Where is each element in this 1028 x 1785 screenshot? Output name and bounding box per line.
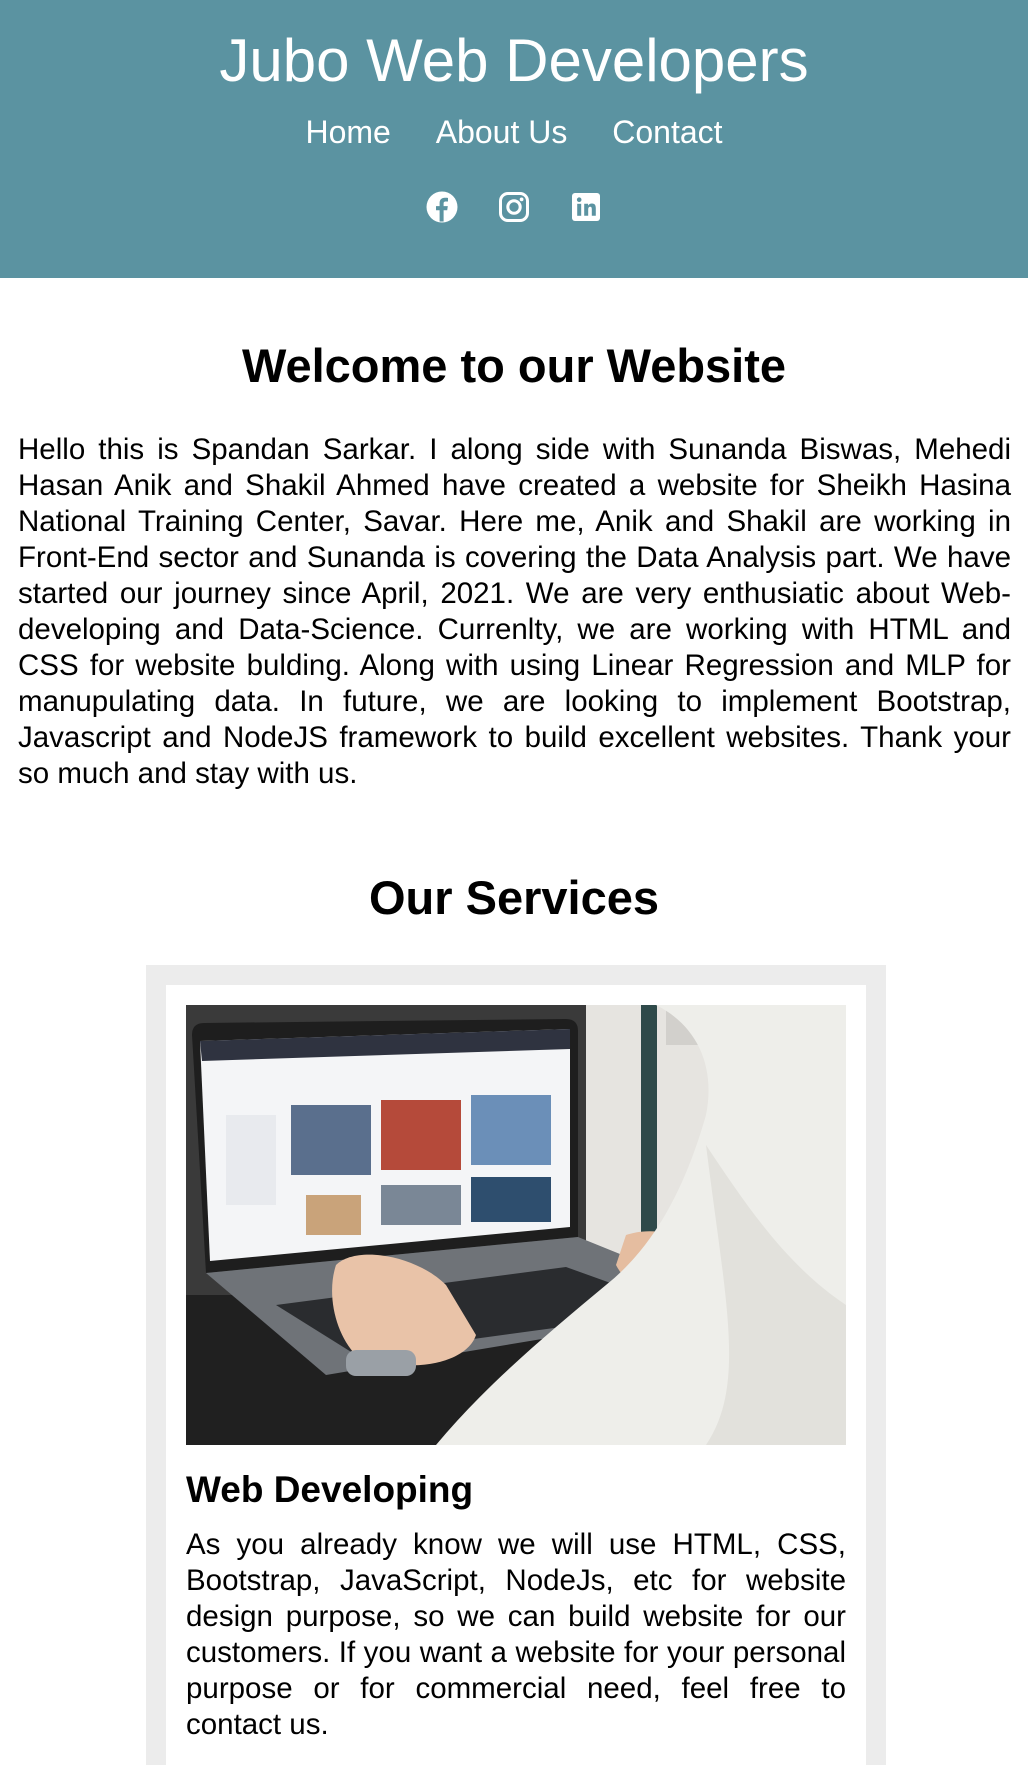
social-links: [0, 190, 1028, 224]
main-nav: Home About Us Contact: [0, 112, 1028, 152]
site-title: Jubo Web Developers: [219, 27, 809, 94]
nav-home[interactable]: Home: [305, 112, 390, 152]
nav-contact[interactable]: Contact: [612, 112, 722, 152]
linkedin-icon[interactable]: [569, 190, 603, 224]
service-card: Web Developing As you already know we wi…: [166, 985, 866, 1785]
service-title: Web Developing: [186, 1469, 474, 1510]
instagram-icon[interactable]: [497, 190, 531, 224]
services-section: Web Developing As you already know we wi…: [146, 965, 886, 1785]
services-heading: Our Services: [368, 871, 659, 924]
service-description: As you already know we will use HTML, CS…: [186, 1528, 846, 1741]
laptop-photo: [186, 1005, 846, 1445]
site-header: Jubo Web Developers Home About Us Contac…: [0, 0, 1028, 278]
intro-paragraph: Hello this is Spandan Sarkar. I along si…: [18, 433, 1011, 790]
nav-about-us[interactable]: About Us: [436, 112, 568, 152]
facebook-icon[interactable]: [425, 190, 459, 224]
welcome-heading: Welcome to our Website: [241, 339, 787, 392]
